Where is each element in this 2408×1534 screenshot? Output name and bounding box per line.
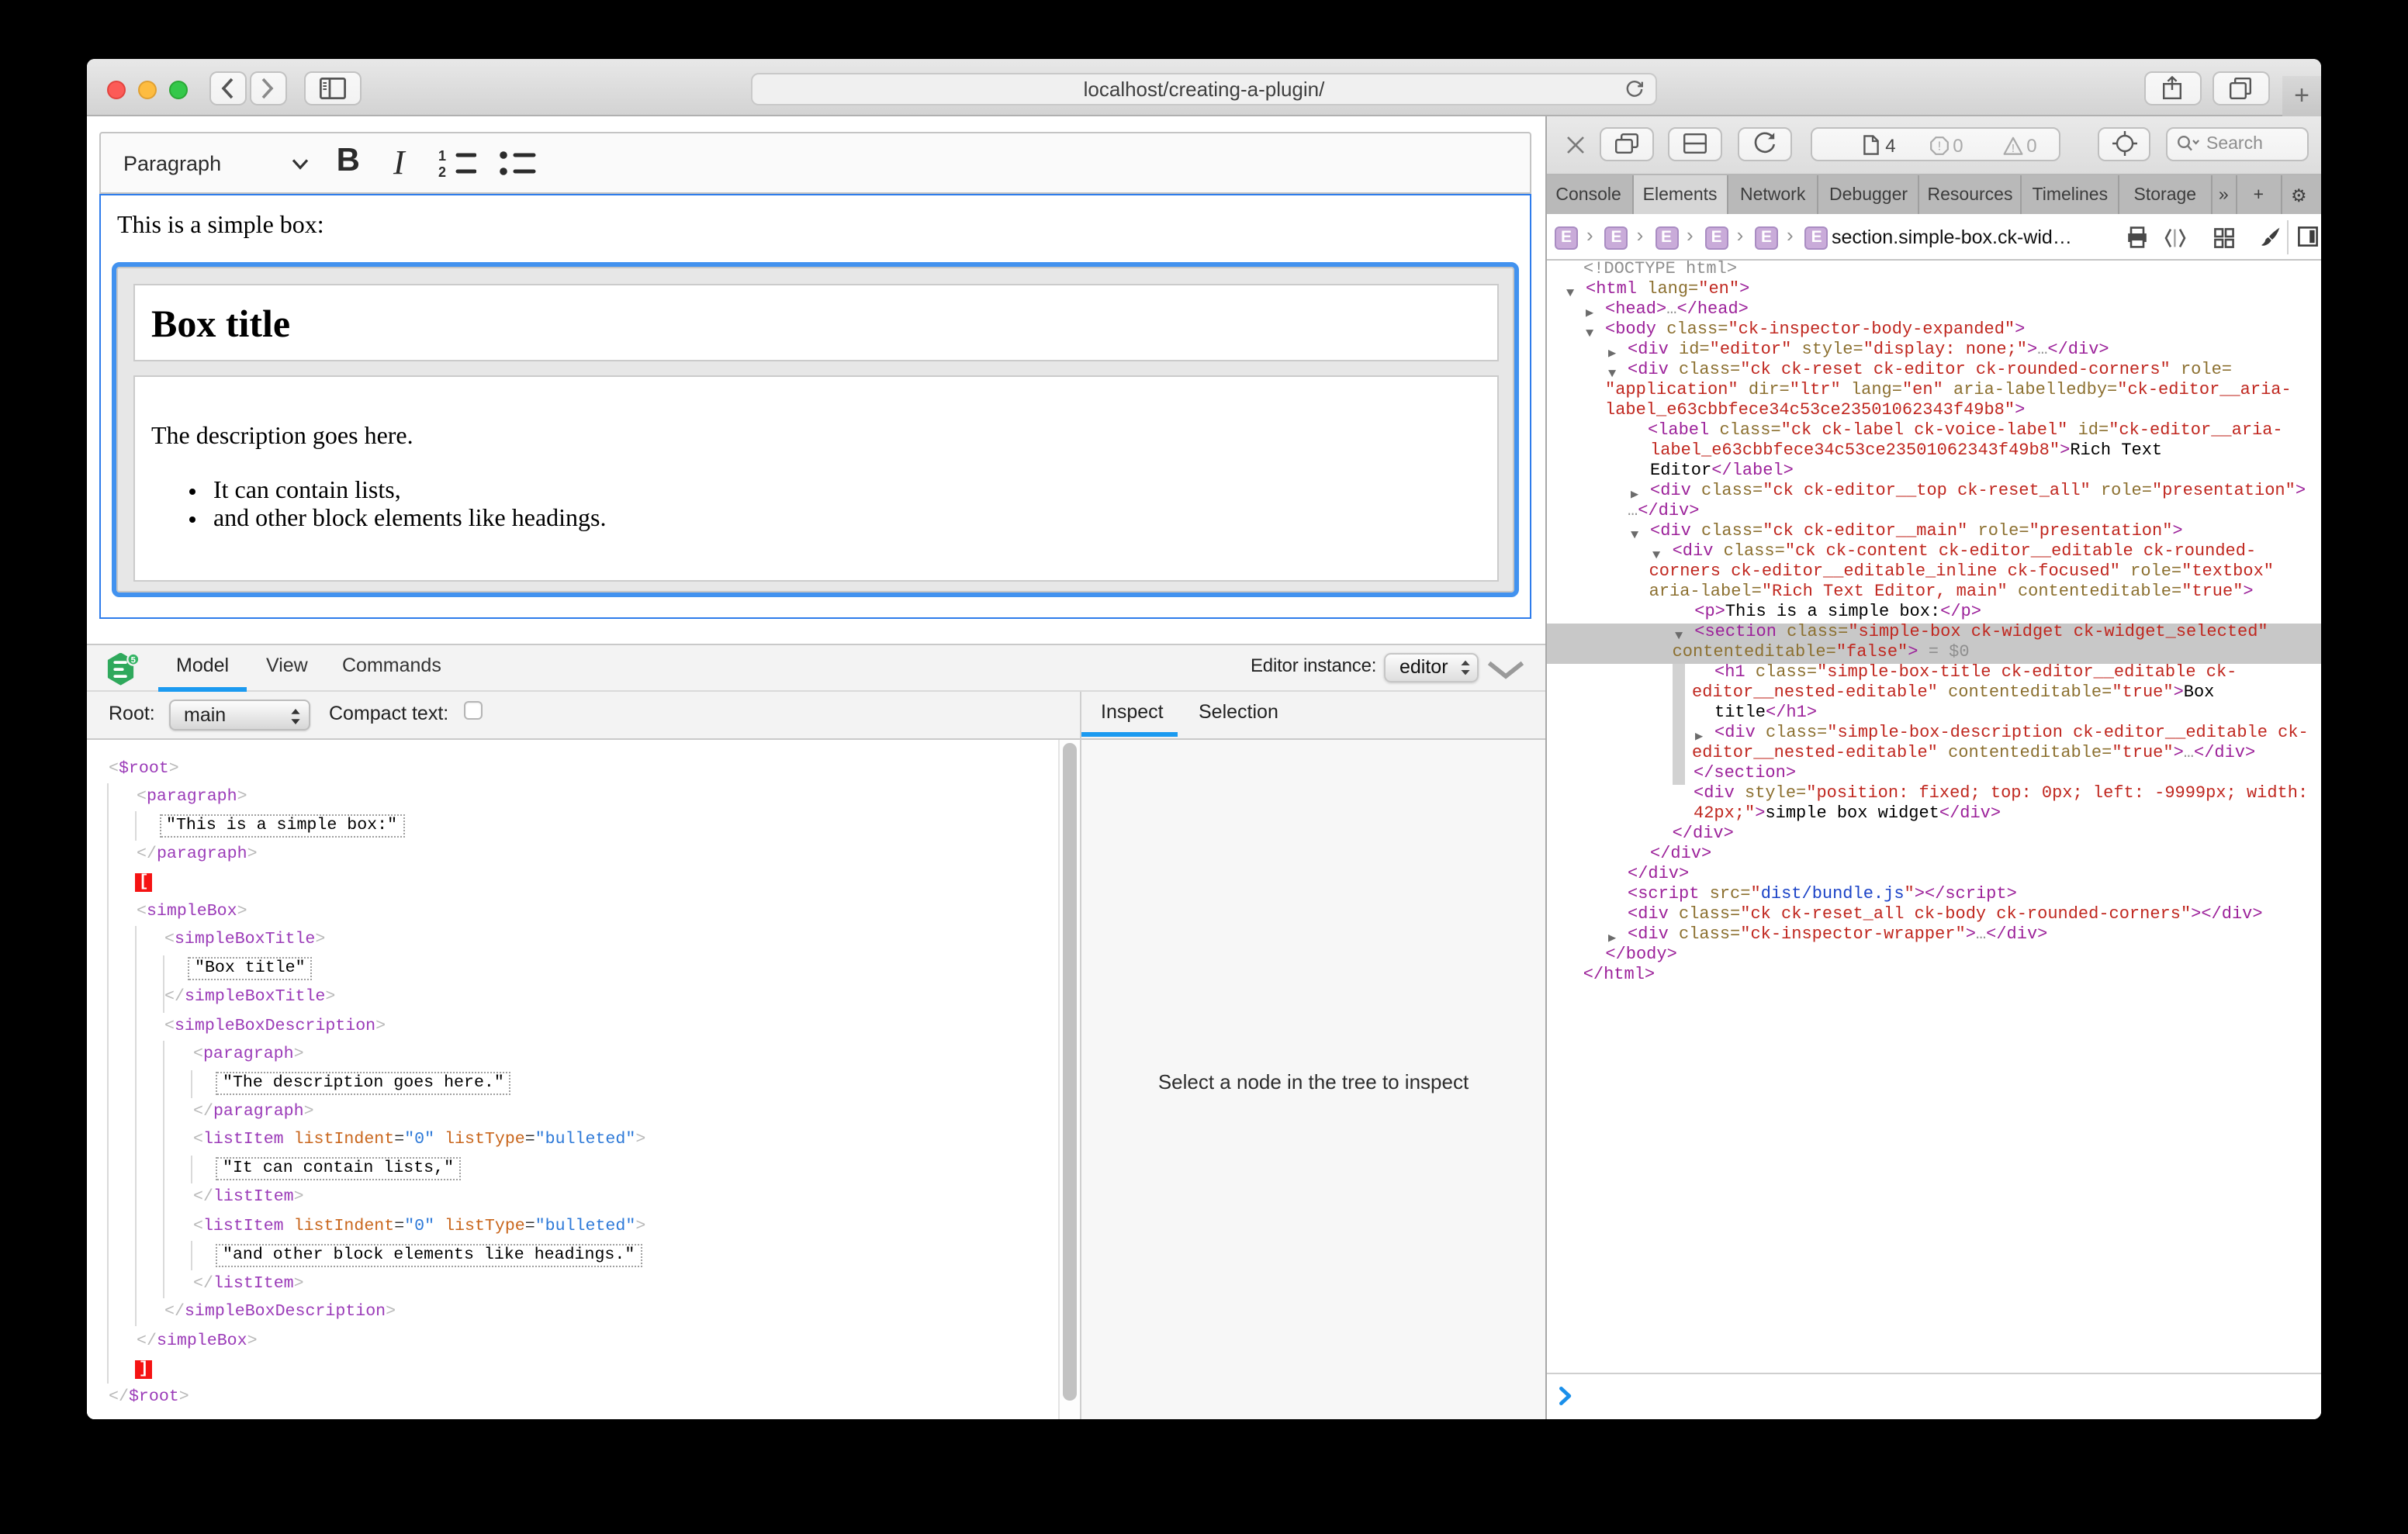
svg-text:!: ! xyxy=(1938,140,1941,153)
svg-text:2: 2 xyxy=(438,164,445,178)
svg-text:1: 1 xyxy=(438,149,445,164)
svg-text:5: 5 xyxy=(130,655,135,665)
svg-text:!: ! xyxy=(2012,141,2015,154)
